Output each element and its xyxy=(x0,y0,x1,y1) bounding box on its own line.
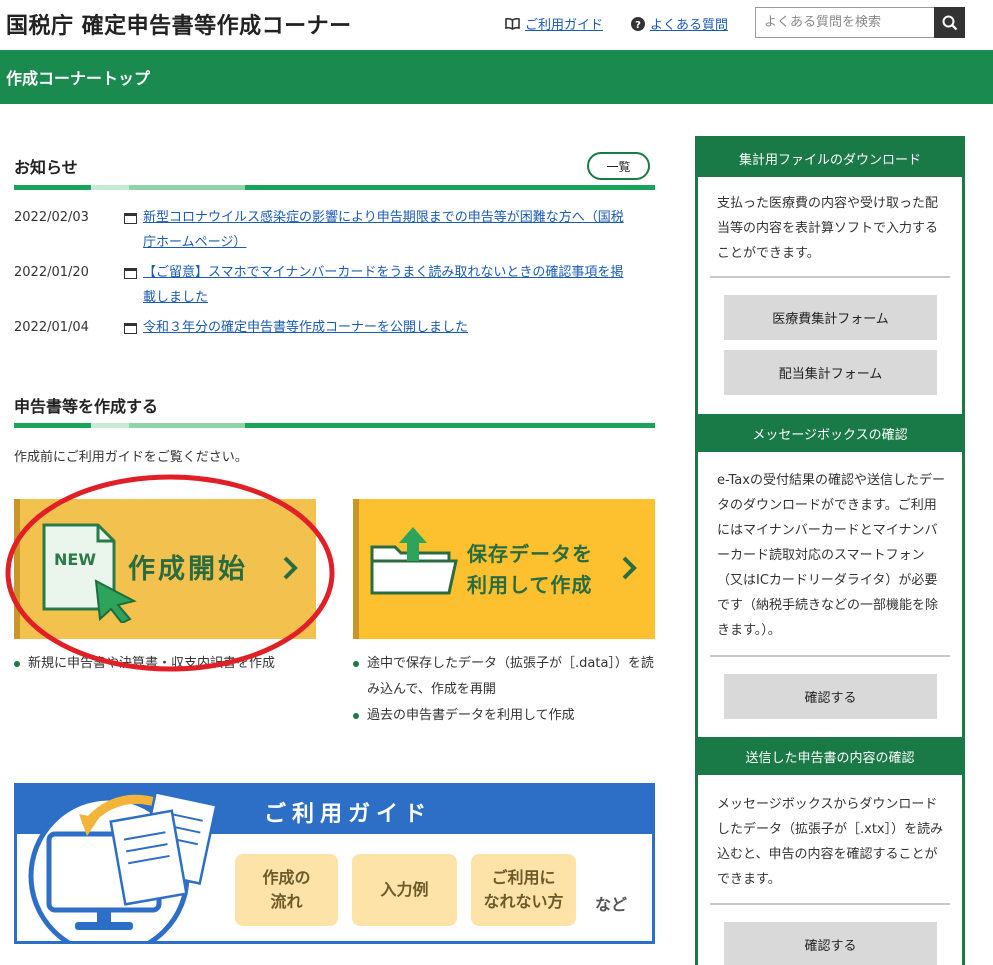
download-section-text: 支払った医療費の内容や受け取った配当等の内容を表計算ソフトで入力することができま… xyxy=(717,196,939,261)
faq-link[interactable]: ? よくある質問 xyxy=(631,14,728,33)
site-header: 国税庁 確定申告書等作成コーナー ご利用ガイド ? よくある質問 xyxy=(0,0,993,50)
sent-section-title: 送信した申告書の内容の確認 xyxy=(698,737,962,775)
use-saved-data-label: 保存データを 利用して作成 xyxy=(467,539,593,601)
notice-link[interactable]: 令和３年分の確定申告書等作成コーナーを公開しました xyxy=(143,315,628,340)
create-title: 申告書等を作成する xyxy=(14,397,159,416)
notices-more-button[interactable]: 一覧 xyxy=(587,152,650,180)
create-intro: 作成前にご利用ガイドをご覧ください。 xyxy=(14,450,248,465)
window-icon xyxy=(124,268,137,279)
faq-search-input[interactable] xyxy=(755,7,935,38)
list-item: 過去の申告書データを利用して作成 xyxy=(353,703,655,729)
guide-etc-label: など xyxy=(595,895,628,914)
nav-bar-label[interactable]: 作成コーナートップ xyxy=(6,65,150,89)
notice-item: 2022/01/20 【ご留意】スマホでマイナンバーカードをうまく読み取れないと… xyxy=(14,260,628,310)
notice-date: 2022/01/04 xyxy=(14,320,89,335)
bullet-text: 新規に申告書や決算書・収支内訳書を作成 xyxy=(28,656,276,671)
medical-form-button[interactable]: 医療費集計フォーム xyxy=(724,295,937,340)
faq-link-label[interactable]: よくある質問 xyxy=(650,14,728,33)
divider xyxy=(710,276,950,278)
search-button[interactable] xyxy=(934,7,965,38)
messagebox-section-title: メッセージボックスの確認 xyxy=(698,414,962,452)
question-icon: ? xyxy=(631,16,645,31)
pill-line: ご利用に xyxy=(491,868,556,887)
notice-link[interactable]: 【ご留意】スマホでマイナンバーカードをうまく読み取れないときの確認事項を掲載しま… xyxy=(143,260,628,310)
sent-check-button[interactable]: 確認する xyxy=(724,922,937,965)
list-item: 新規に申告書や決算書・収支内訳書を作成 xyxy=(14,651,316,677)
pill-line: なれない方 xyxy=(483,892,564,911)
pill-line: 作成の xyxy=(262,868,311,887)
divider xyxy=(710,903,950,905)
book-icon xyxy=(505,17,520,30)
guide-link-label[interactable]: ご利用ガイド xyxy=(525,14,603,33)
guide-flow-pill[interactable]: 作成の 流れ xyxy=(235,854,338,926)
window-icon xyxy=(124,323,137,334)
folder-upload-icon xyxy=(370,527,458,595)
messagebox-check-button[interactable]: 確認する xyxy=(724,674,937,719)
chevron-right-icon xyxy=(283,556,298,580)
search-icon xyxy=(942,15,957,30)
notices-divider xyxy=(14,185,655,190)
start-create-label: 作成開始 xyxy=(128,554,248,585)
bullet-text: 途中で保存したデータ（拡張子が［.data］）を読み込んで、作成を再開 xyxy=(367,656,654,697)
notice-item: 2022/02/03 新型コロナウイルス感染症の影響により申告期限までの申告等が… xyxy=(14,205,628,255)
saved-title-line1: 保存データを xyxy=(467,542,593,566)
pill-line: 流れ xyxy=(270,892,303,911)
saved-bullets: 途中で保存したデータ（拡張子が［.data］）を読み込んで、作成を再開 過去の申… xyxy=(353,651,655,729)
notice-link[interactable]: 新型コロナウイルス感染症の影響により申告期限までの申告等が困難な方へ（国税庁ホー… xyxy=(143,205,628,255)
guide-link[interactable]: ご利用ガイド xyxy=(505,14,603,33)
use-saved-data-button[interactable]: 保存データを 利用して作成 xyxy=(353,499,655,639)
create-divider xyxy=(14,423,655,428)
start-bullets: 新規に申告書や決算書・収支内訳書を作成 xyxy=(14,651,316,677)
notice-item: 2022/01/04 令和３年分の確定申告書等作成コーナーを公開しました xyxy=(14,315,628,340)
chevron-right-icon xyxy=(622,556,637,580)
monitor-documents-icon xyxy=(28,790,218,941)
messagebox-section-text: e-Taxの受付結果の確認や送信したデータのダウンロードができます。ご利用にはマ… xyxy=(717,473,945,638)
window-icon xyxy=(124,213,137,224)
guide-banner-title: ご利用ガイド xyxy=(264,802,433,827)
list-item: 途中で保存したデータ（拡張子が［.data］）を読み込んで、作成を再開 xyxy=(353,651,655,703)
divider xyxy=(710,655,950,657)
nav-bar: 作成コーナートップ xyxy=(0,50,993,104)
bullet-text: 過去の申告書データを利用して作成 xyxy=(367,708,575,723)
site-title[interactable]: 国税庁 確定申告書等作成コーナー xyxy=(6,8,352,40)
new-document-icon: NEW xyxy=(42,523,137,623)
saved-title-line2: 利用して作成 xyxy=(467,573,593,597)
sidebar: 集計用ファイルのダウンロード 支払った医療費の内容や受け取った配当等の内容を表計… xyxy=(695,136,965,965)
dividend-form-button[interactable]: 配当集計フォーム xyxy=(724,350,937,395)
guide-examples-pill[interactable]: 入力例 xyxy=(352,854,457,926)
svg-text:?: ? xyxy=(635,20,641,31)
notice-date: 2022/01/20 xyxy=(14,265,89,280)
start-create-button[interactable]: NEW 作成開始 xyxy=(14,499,316,639)
new-badge: NEW xyxy=(54,550,96,569)
notice-date: 2022/02/03 xyxy=(14,210,89,225)
guide-beginners-pill[interactable]: ご利用に なれない方 xyxy=(471,854,576,926)
guide-banner[interactable]: ご利用ガイド 作成の流れ 入力例 ご利用になれない方 など xyxy=(14,783,655,944)
notices-title: お知らせ xyxy=(14,158,78,177)
sent-section-text: メッセージボックスからダウンロードしたデータ（拡張子が［.xtx］）を読み込むと… xyxy=(717,797,944,887)
download-section-title: 集計用ファイルのダウンロード xyxy=(698,139,962,177)
